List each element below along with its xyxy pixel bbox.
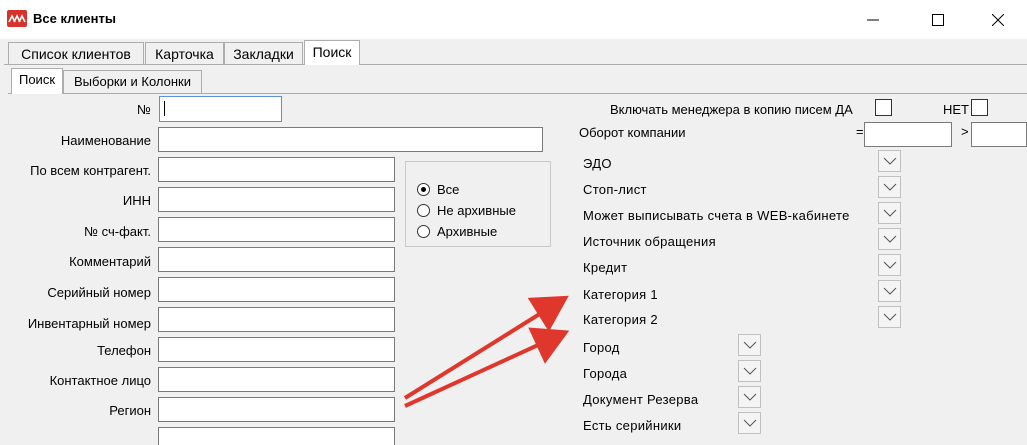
arrow-to-category-1	[403, 295, 569, 400]
arrow-to-category-2	[404, 327, 570, 408]
annotation-arrows	[403, 295, 570, 408]
